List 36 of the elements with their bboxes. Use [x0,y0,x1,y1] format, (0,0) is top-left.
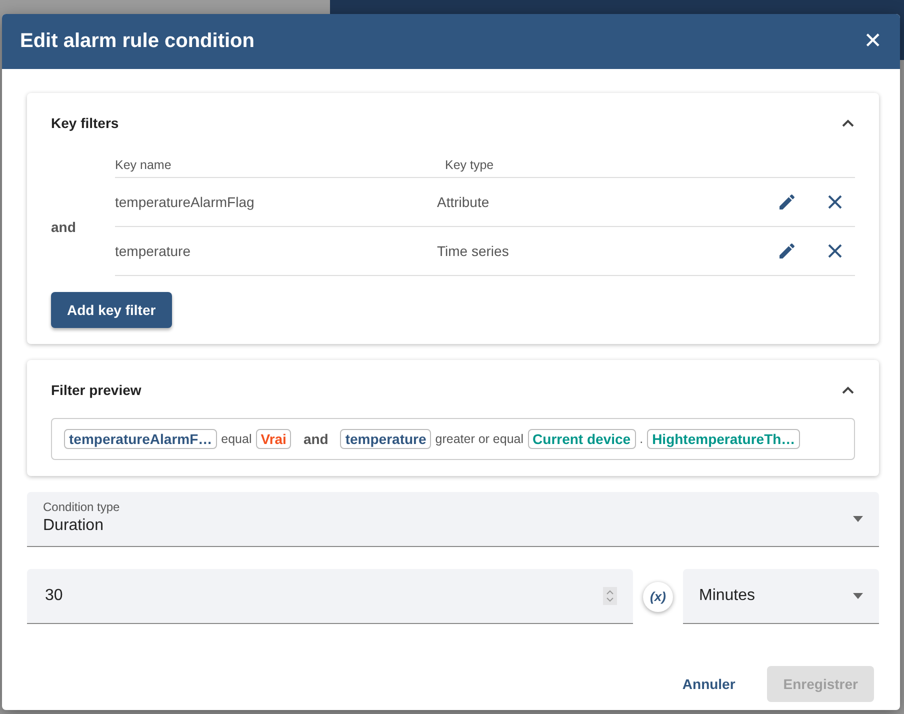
predicate-text: . [640,432,644,446]
edit-icon [777,241,797,261]
dropdown-caret-icon[interactable] [853,516,863,522]
condition-type-select[interactable]: Condition type Duration [27,492,879,547]
variable-button[interactable]: (x) [643,582,673,612]
column-header: Key type [445,158,494,172]
operator-text: and [302,431,330,447]
predicate-text: greater or equal [435,432,524,446]
card-title: Key filters [51,115,119,131]
predicate-text: equal [221,432,252,446]
select-value: Minutes [699,587,756,605]
close-icon [827,243,843,259]
key-name-cell-text: temperature [115,243,192,259]
filter-chip: temperatureAlarmF… [64,429,218,449]
column-header: Key name [115,158,172,172]
field-label: Condition type [43,500,120,514]
filter-chip: Current device [528,429,636,449]
operator-text: and [51,218,76,234]
key-type-cell-text: Attribute [437,194,490,210]
cancel-button[interactable]: Annuler [666,666,752,702]
dialog-title: Edit alarm rule condition [20,30,254,53]
edit-icon [777,192,797,212]
unit-select[interactable]: Minutes [683,569,879,624]
duration-input[interactable]: 30 [27,569,633,624]
filter-chip: temperature [340,429,432,449]
dropdown-caret-icon[interactable] [853,593,863,599]
key-name-cell-text: temperatureAlarmFlag [115,194,256,210]
add-key-filter-button[interactable]: Add key filter [51,292,172,328]
select-value: Duration [43,517,104,535]
card-title: Filter preview [51,382,142,398]
close-icon [827,194,843,210]
number-input[interactable]: 30 [43,586,603,606]
filter-chip: Vrai [256,429,292,449]
key-type-cell-text: Time series [437,243,510,259]
filter-chip: HightemperatureTh… [647,429,800,449]
close-button[interactable]: ✕ [860,29,886,54]
